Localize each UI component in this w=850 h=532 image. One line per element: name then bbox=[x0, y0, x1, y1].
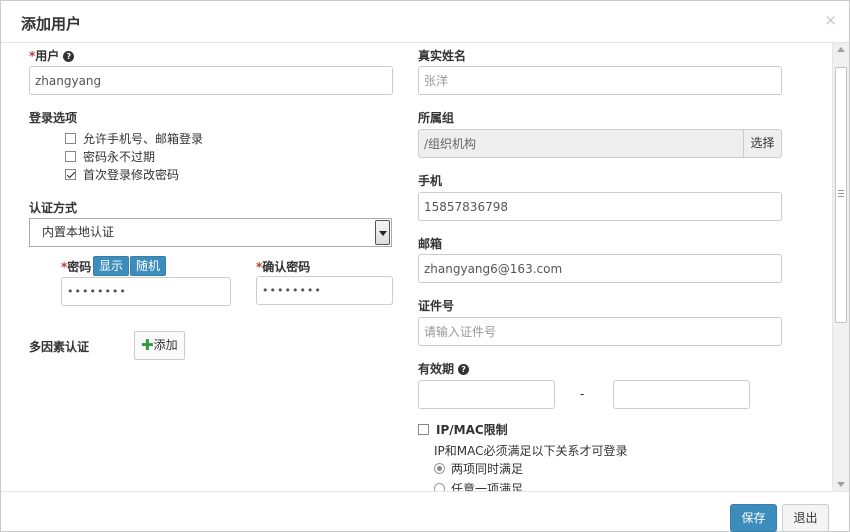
ipmac-label: IP/MAC限制 bbox=[436, 423, 508, 437]
login-option-phone-email[interactable]: 允许手机号、邮箱登录 bbox=[65, 131, 203, 147]
mfa-label: 多因素认证 bbox=[29, 340, 90, 354]
plus-icon: ✚ bbox=[141, 336, 154, 354]
radio-label: 两项同时满足 bbox=[451, 462, 524, 476]
save-button[interactable]: 保存 bbox=[730, 504, 777, 532]
dialog-body: *用户? 登录选项 允许手机号、邮箱登录 密码永不过期 首次登录修改密码 认证方… bbox=[1, 43, 849, 491]
group-label: 所属组 bbox=[418, 111, 455, 125]
show-password-button[interactable]: 显示 bbox=[93, 256, 130, 276]
phone-input[interactable] bbox=[418, 192, 782, 221]
auth-method-select[interactable]: 内置本地认证 bbox=[29, 218, 392, 247]
scrollbar-thumb[interactable] bbox=[835, 67, 847, 323]
add-mfa-label: 添加 bbox=[153, 338, 178, 352]
checkbox-label: 密码永不过期 bbox=[83, 150, 156, 164]
auth-method-label: 认证方式 bbox=[29, 201, 78, 215]
scroll-down-icon[interactable] bbox=[837, 482, 845, 487]
group-input bbox=[418, 129, 744, 158]
user-label: *用户? bbox=[29, 47, 75, 64]
dialog-header: 添加用户 × bbox=[1, 1, 849, 43]
validity-start-input[interactable] bbox=[418, 380, 555, 409]
ipmac-option-both[interactable]: 两项同时满足 bbox=[434, 461, 523, 477]
group-select-button[interactable]: 选择 bbox=[743, 129, 782, 158]
dialog-footer: 保存 退出 bbox=[1, 491, 849, 532]
password-input[interactable] bbox=[61, 277, 231, 306]
confirm-password-label: *确认密码 bbox=[256, 258, 310, 275]
confirm-password-input[interactable] bbox=[256, 276, 393, 305]
question-icon[interactable]: ? bbox=[63, 51, 75, 62]
dialog-title: 添加用户 bbox=[21, 15, 82, 33]
validity-label-text: 有效期 bbox=[418, 362, 455, 376]
checkbox-icon[interactable] bbox=[65, 133, 76, 144]
radio-icon[interactable] bbox=[434, 483, 445, 491]
add-user-dialog: 添加用户 × *用户? 登录选项 允许手机号、邮箱登录 密码永不过期 首次登录修… bbox=[0, 0, 850, 532]
checkbox-checked-icon[interactable] bbox=[65, 169, 76, 180]
email-label: 邮箱 bbox=[418, 237, 443, 251]
password-label-text: 密码 bbox=[67, 260, 92, 274]
validity-end-input[interactable] bbox=[613, 380, 750, 409]
user-label-text: 用户 bbox=[35, 49, 60, 63]
login-option-first-login-change[interactable]: 首次登录修改密码 bbox=[65, 167, 179, 183]
auth-method-selected: 内置本地认证 bbox=[42, 225, 115, 239]
ipmac-limit-checkbox[interactable]: IP/MAC限制 bbox=[418, 422, 508, 438]
checkbox-label: 允许手机号、邮箱登录 bbox=[83, 132, 204, 146]
exit-button[interactable]: 退出 bbox=[782, 504, 829, 532]
radio-checked-icon[interactable] bbox=[434, 463, 445, 474]
chevron-down-icon[interactable] bbox=[375, 220, 390, 245]
grip-icon bbox=[838, 190, 844, 197]
password-label: *密码 bbox=[61, 258, 91, 275]
id-number-input[interactable] bbox=[418, 317, 782, 346]
id-number-label: 证件号 bbox=[418, 299, 455, 313]
checkbox-icon[interactable] bbox=[65, 151, 76, 162]
ipmac-option-either[interactable]: 任意一项满足 bbox=[434, 481, 523, 491]
confirm-password-label-text: 确认密码 bbox=[262, 260, 311, 274]
login-options-label: 登录选项 bbox=[29, 111, 78, 125]
checkbox-icon[interactable] bbox=[418, 424, 429, 435]
checkbox-label: 首次登录修改密码 bbox=[83, 168, 180, 182]
validity-separator: - bbox=[580, 387, 585, 401]
radio-label: 任意一项满足 bbox=[451, 482, 524, 491]
login-option-never-expire[interactable]: 密码永不过期 bbox=[65, 149, 155, 165]
question-icon[interactable]: ? bbox=[458, 364, 470, 375]
user-input[interactable] bbox=[29, 66, 393, 95]
real-name-input[interactable] bbox=[418, 66, 782, 95]
scroll-up-icon[interactable] bbox=[837, 47, 845, 52]
validity-label: 有效期? bbox=[418, 360, 470, 377]
real-name-label: 真实姓名 bbox=[418, 49, 467, 63]
add-mfa-button[interactable]: ✚添加 bbox=[134, 331, 185, 360]
vertical-scrollbar[interactable] bbox=[832, 43, 849, 491]
phone-label: 手机 bbox=[418, 174, 443, 188]
email-input[interactable] bbox=[418, 254, 782, 283]
random-password-button[interactable]: 随机 bbox=[130, 256, 167, 276]
ipmac-description: IP和MAC必须满足以下关系才可登录 bbox=[434, 444, 628, 458]
close-icon[interactable]: × bbox=[824, 11, 837, 29]
